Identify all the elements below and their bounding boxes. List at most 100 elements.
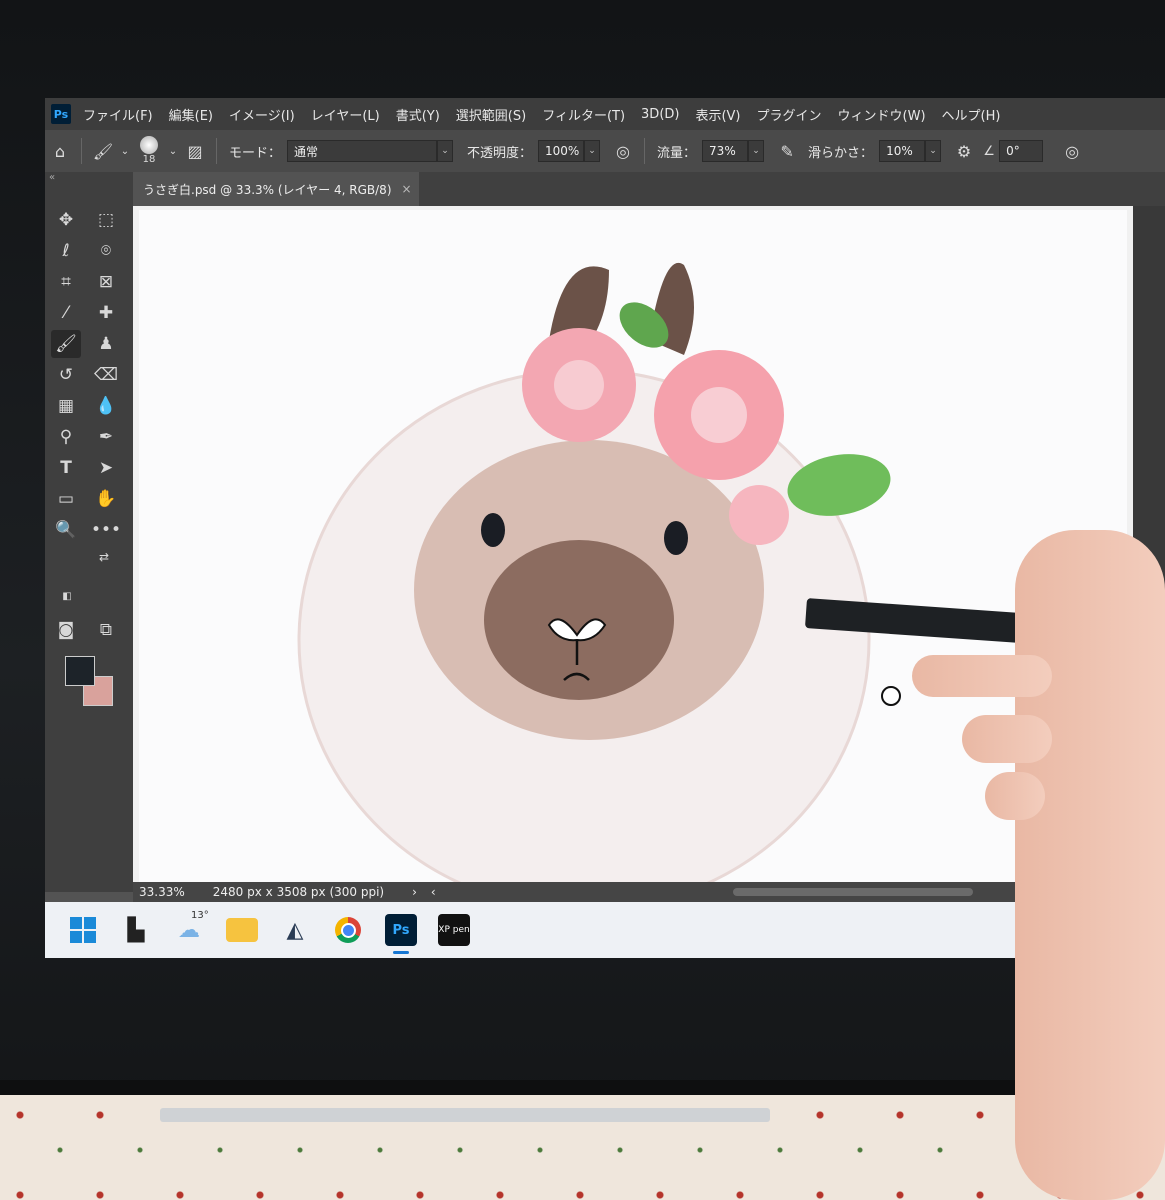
document-canvas[interactable] [139,210,1127,882]
menu-image[interactable]: イメージ(I) [229,105,295,124]
angle-input[interactable]: 0° [999,140,1044,162]
brush-tip-icon [140,136,158,154]
flow-value: 73% [709,144,736,158]
brush-preset-picker[interactable]: 18 [132,134,166,168]
photoshop-logo-icon[interactable]: Ps [51,104,71,124]
menu-filter[interactable]: フィルター(T) [542,105,625,124]
menu-layer[interactable]: レイヤー(L) [311,105,380,124]
clone-stamp-tool-icon[interactable]: ♟ [91,330,121,358]
more-tools-icon[interactable]: ••• [91,516,121,544]
eyedropper-tool-icon[interactable]: ⁄ [51,299,81,327]
document-tab-title: うさぎ白.psd @ 33.3% (レイヤー 4, RGB/8) [143,182,392,197]
pen-tool-icon[interactable]: ✒ [91,423,121,451]
hand-tool-icon[interactable]: ✋ [91,485,121,513]
status-arrow-left-icon[interactable]: ‹ [431,885,436,899]
status-arrow-right-icon[interactable]: › [412,885,417,899]
brush-tool-icon[interactable]: 🖌 [51,330,81,358]
launcher-icon[interactable]: ▙ [120,914,152,946]
rabbit-left-eye [481,513,505,547]
chrome-logo-center [340,922,356,938]
menu-edit[interactable]: 編集(E) [169,105,213,124]
opacity-value: 100% [545,144,580,158]
menu-select[interactable]: 選択範囲(S) [456,105,526,124]
pressure-size-icon[interactable]: ◎ [1057,136,1087,166]
eraser-tool-icon[interactable]: ⌫ [91,361,121,389]
marquee-tool-icon[interactable]: ⬚ [91,206,121,234]
canvas-area[interactable] [133,206,1133,882]
quick-mask-icon[interactable]: ◙ [51,616,81,644]
horizontal-scrollbar[interactable] [733,888,973,896]
collapse-panel-icon[interactable]: « [49,172,55,183]
blur-tool-icon[interactable]: 💧 [91,392,121,420]
opacity-dropdown-arrow[interactable]: ⌄ [584,140,601,162]
swap-colors-icon[interactable]: ⇄ [95,548,113,566]
foreground-color-swatch[interactable] [65,656,95,686]
path-selection-tool-icon[interactable]: ➤ [91,454,121,482]
lasso-tool-icon[interactable]: ℓ [51,237,81,265]
gear-icon[interactable]: ⚙ [949,136,979,166]
brush-tool-icon[interactable]: 🖌 [88,136,118,166]
smoothing-label: 滑らかさ： [808,145,874,161]
windows-start-icon[interactable] [67,914,99,946]
file-explorer-icon[interactable] [226,918,258,942]
history-brush-tool-icon[interactable]: ↺ [51,361,81,389]
screen: Ps ファイル(F) 編集(E) イメージ(I) レイヤー(L) 書式(Y) 選… [45,98,1165,958]
xppen-icon[interactable]: XP pen [438,914,470,946]
weather-icon[interactable]: ☁ 13° [173,910,209,946]
separator [81,138,82,164]
move-tool-icon[interactable]: ✥ [51,206,81,234]
rose-left-center [554,360,604,410]
photoshop-icon[interactable]: Ps [385,914,417,954]
chrome-icon[interactable] [332,914,364,946]
quick-selection-tool-icon[interactable]: ⌾ [91,237,121,265]
rose-small [729,485,789,545]
menu-3d[interactable]: 3D(D) [641,107,679,122]
document-tab[interactable]: うさぎ白.psd @ 33.3% (レイヤー 4, RGB/8) × [133,172,419,206]
type-tool-icon[interactable]: T [51,454,81,482]
pressure-opacity-icon[interactable]: ◎ [608,136,638,166]
gradient-tool-icon[interactable]: ▦ [51,392,81,420]
rabbit-muzzle [484,540,674,700]
opacity-label: 不透明度： [467,145,533,161]
mode-select[interactable]: 通常 [287,140,438,162]
hand-finger [962,715,1052,763]
crop-tool-icon[interactable]: ⌗ [51,268,81,296]
hand-finger [912,655,1052,697]
hand-finger [985,772,1045,820]
chevron-down-icon[interactable]: ⌄ [166,136,180,166]
app-cube-icon[interactable]: ◭ [279,914,311,946]
airbrush-icon[interactable]: ✎ [772,136,802,166]
zoom-tool-icon[interactable]: 🔍 [51,516,81,544]
menu-help[interactable]: ヘルプ(H) [942,105,1001,124]
weather-temperature: 13° [191,910,209,921]
healing-brush-tool-icon[interactable]: ✚ [91,299,121,327]
separator [644,138,646,164]
chevron-down-icon[interactable]: ⌄ [118,136,132,166]
zoom-level[interactable]: 33.33% [139,885,185,899]
smoothing-dropdown-arrow[interactable]: ⌄ [925,140,942,162]
menu-type[interactable]: 書式(Y) [396,105,440,124]
frame-tool-icon[interactable]: ⊠ [91,268,121,296]
hand [1015,530,1165,1200]
screen-mode-icon[interactable]: ⧉ [91,616,121,644]
flow-dropdown-arrow[interactable]: ⌄ [748,140,765,162]
dodge-tool-icon[interactable]: ⚲ [51,423,81,451]
mode-dropdown-arrow[interactable]: ⌄ [437,140,454,162]
default-colors-icon[interactable]: ◧ [59,588,75,604]
brush-settings-icon[interactable]: ▨ [180,136,210,166]
smoothing-input[interactable]: 10% [879,140,926,162]
chrome-logo [335,917,361,943]
home-icon[interactable]: ⌂ [45,136,75,166]
close-icon[interactable]: × [402,182,412,196]
document-tab-bar: うさぎ白.psd @ 33.3% (レイヤー 4, RGB/8) × [133,172,1165,206]
menu-plugins[interactable]: プラグイン [757,105,822,124]
separator [216,138,217,164]
flow-label: 流量： [657,145,697,161]
rectangle-tool-icon[interactable]: ▭ [51,485,81,513]
tablet-stand [160,1108,770,1122]
menu-file[interactable]: ファイル(F) [83,105,153,124]
flow-input[interactable]: 73% [702,140,749,162]
menu-window[interactable]: ウィンドウ(W) [838,105,926,124]
menu-view[interactable]: 表示(V) [695,105,740,124]
opacity-input[interactable]: 100% [538,140,585,162]
